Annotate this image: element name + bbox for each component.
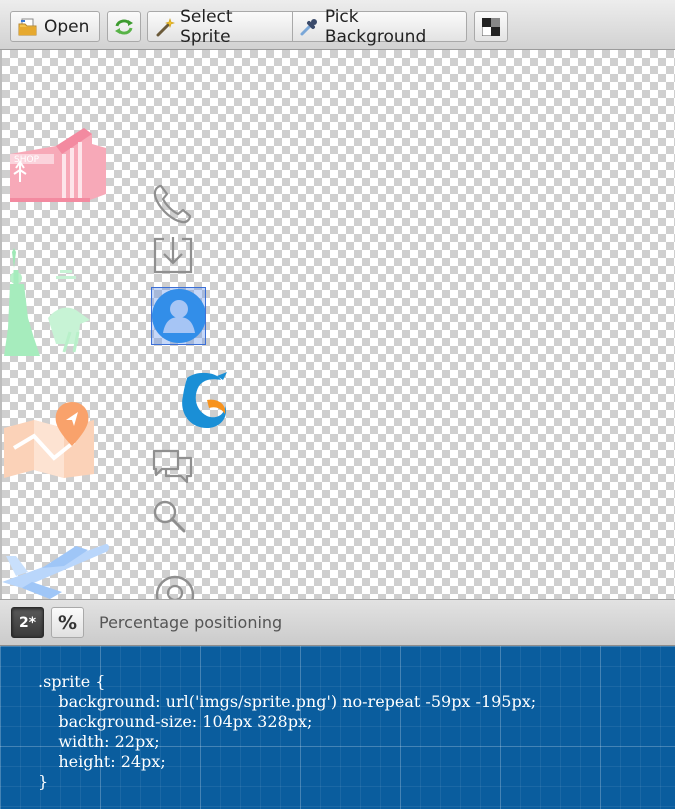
refresh-icon: [113, 16, 135, 38]
css-code[interactable]: .sprite { background: url('imgs/sprite.p…: [38, 672, 536, 792]
code-line: height: 24px;: [38, 752, 166, 771]
retina-2x-label: 2*: [18, 614, 37, 631]
sprite-statue-of-liberty[interactable]: [4, 248, 96, 356]
percentage-positioning-label: Percentage positioning: [99, 613, 283, 632]
sprite-dolphin-logo[interactable]: [177, 370, 231, 430]
eyedropper-icon: [299, 16, 320, 38]
code-line: background-size: 104px 328px;: [38, 712, 313, 731]
sprite-selection-box[interactable]: [151, 287, 206, 345]
sprite-search-icon[interactable]: [152, 499, 188, 535]
select-sprite-button[interactable]: Select Sprite: [147, 7, 293, 47]
code-line: }: [38, 772, 49, 791]
percent-label: %: [57, 611, 78, 634]
percentage-toggle[interactable]: %: [51, 607, 84, 638]
css-output-panel: .sprite { background: url('imgs/sprite.p…: [0, 646, 675, 809]
checkerboard-toggle-button[interactable]: [474, 11, 508, 42]
sprite-shop-sign[interactable]: SHOP: [6, 124, 106, 208]
refresh-button[interactable]: [107, 11, 141, 42]
folder-icon: [17, 16, 39, 38]
sprite-airplane[interactable]: [2, 542, 110, 599]
sprite-canvas[interactable]: SHOP: [2, 50, 675, 599]
sprite-location-pin-icon[interactable]: [152, 573, 200, 599]
pick-background-label: Pick Background: [324, 6, 427, 47]
bottom-toolbar: 2* % Percentage positioning: [0, 599, 675, 646]
code-line: .sprite {: [38, 672, 106, 691]
sprite-phone-icon[interactable]: [152, 183, 192, 225]
select-sprite-label: Select Sprite: [180, 6, 233, 47]
open-button-label: Open: [44, 16, 90, 37]
code-line: width: 22px;: [38, 732, 160, 751]
code-line: background: url('imgs/sprite.png') no-re…: [38, 692, 537, 711]
open-button[interactable]: Open: [10, 11, 100, 42]
pick-background-button[interactable]: Pick Background: [292, 7, 467, 47]
sprite-map-pin[interactable]: [4, 398, 96, 478]
sprite-chat-bubbles-icon[interactable]: [152, 448, 194, 486]
retina-2x-toggle[interactable]: 2*: [11, 607, 44, 638]
checkerboard-icon: [480, 16, 502, 38]
sprite-download-icon[interactable]: [152, 235, 194, 275]
top-toolbar: Open Select Sprite Pick Background: [0, 0, 675, 50]
magic-wand-icon: [154, 16, 175, 38]
